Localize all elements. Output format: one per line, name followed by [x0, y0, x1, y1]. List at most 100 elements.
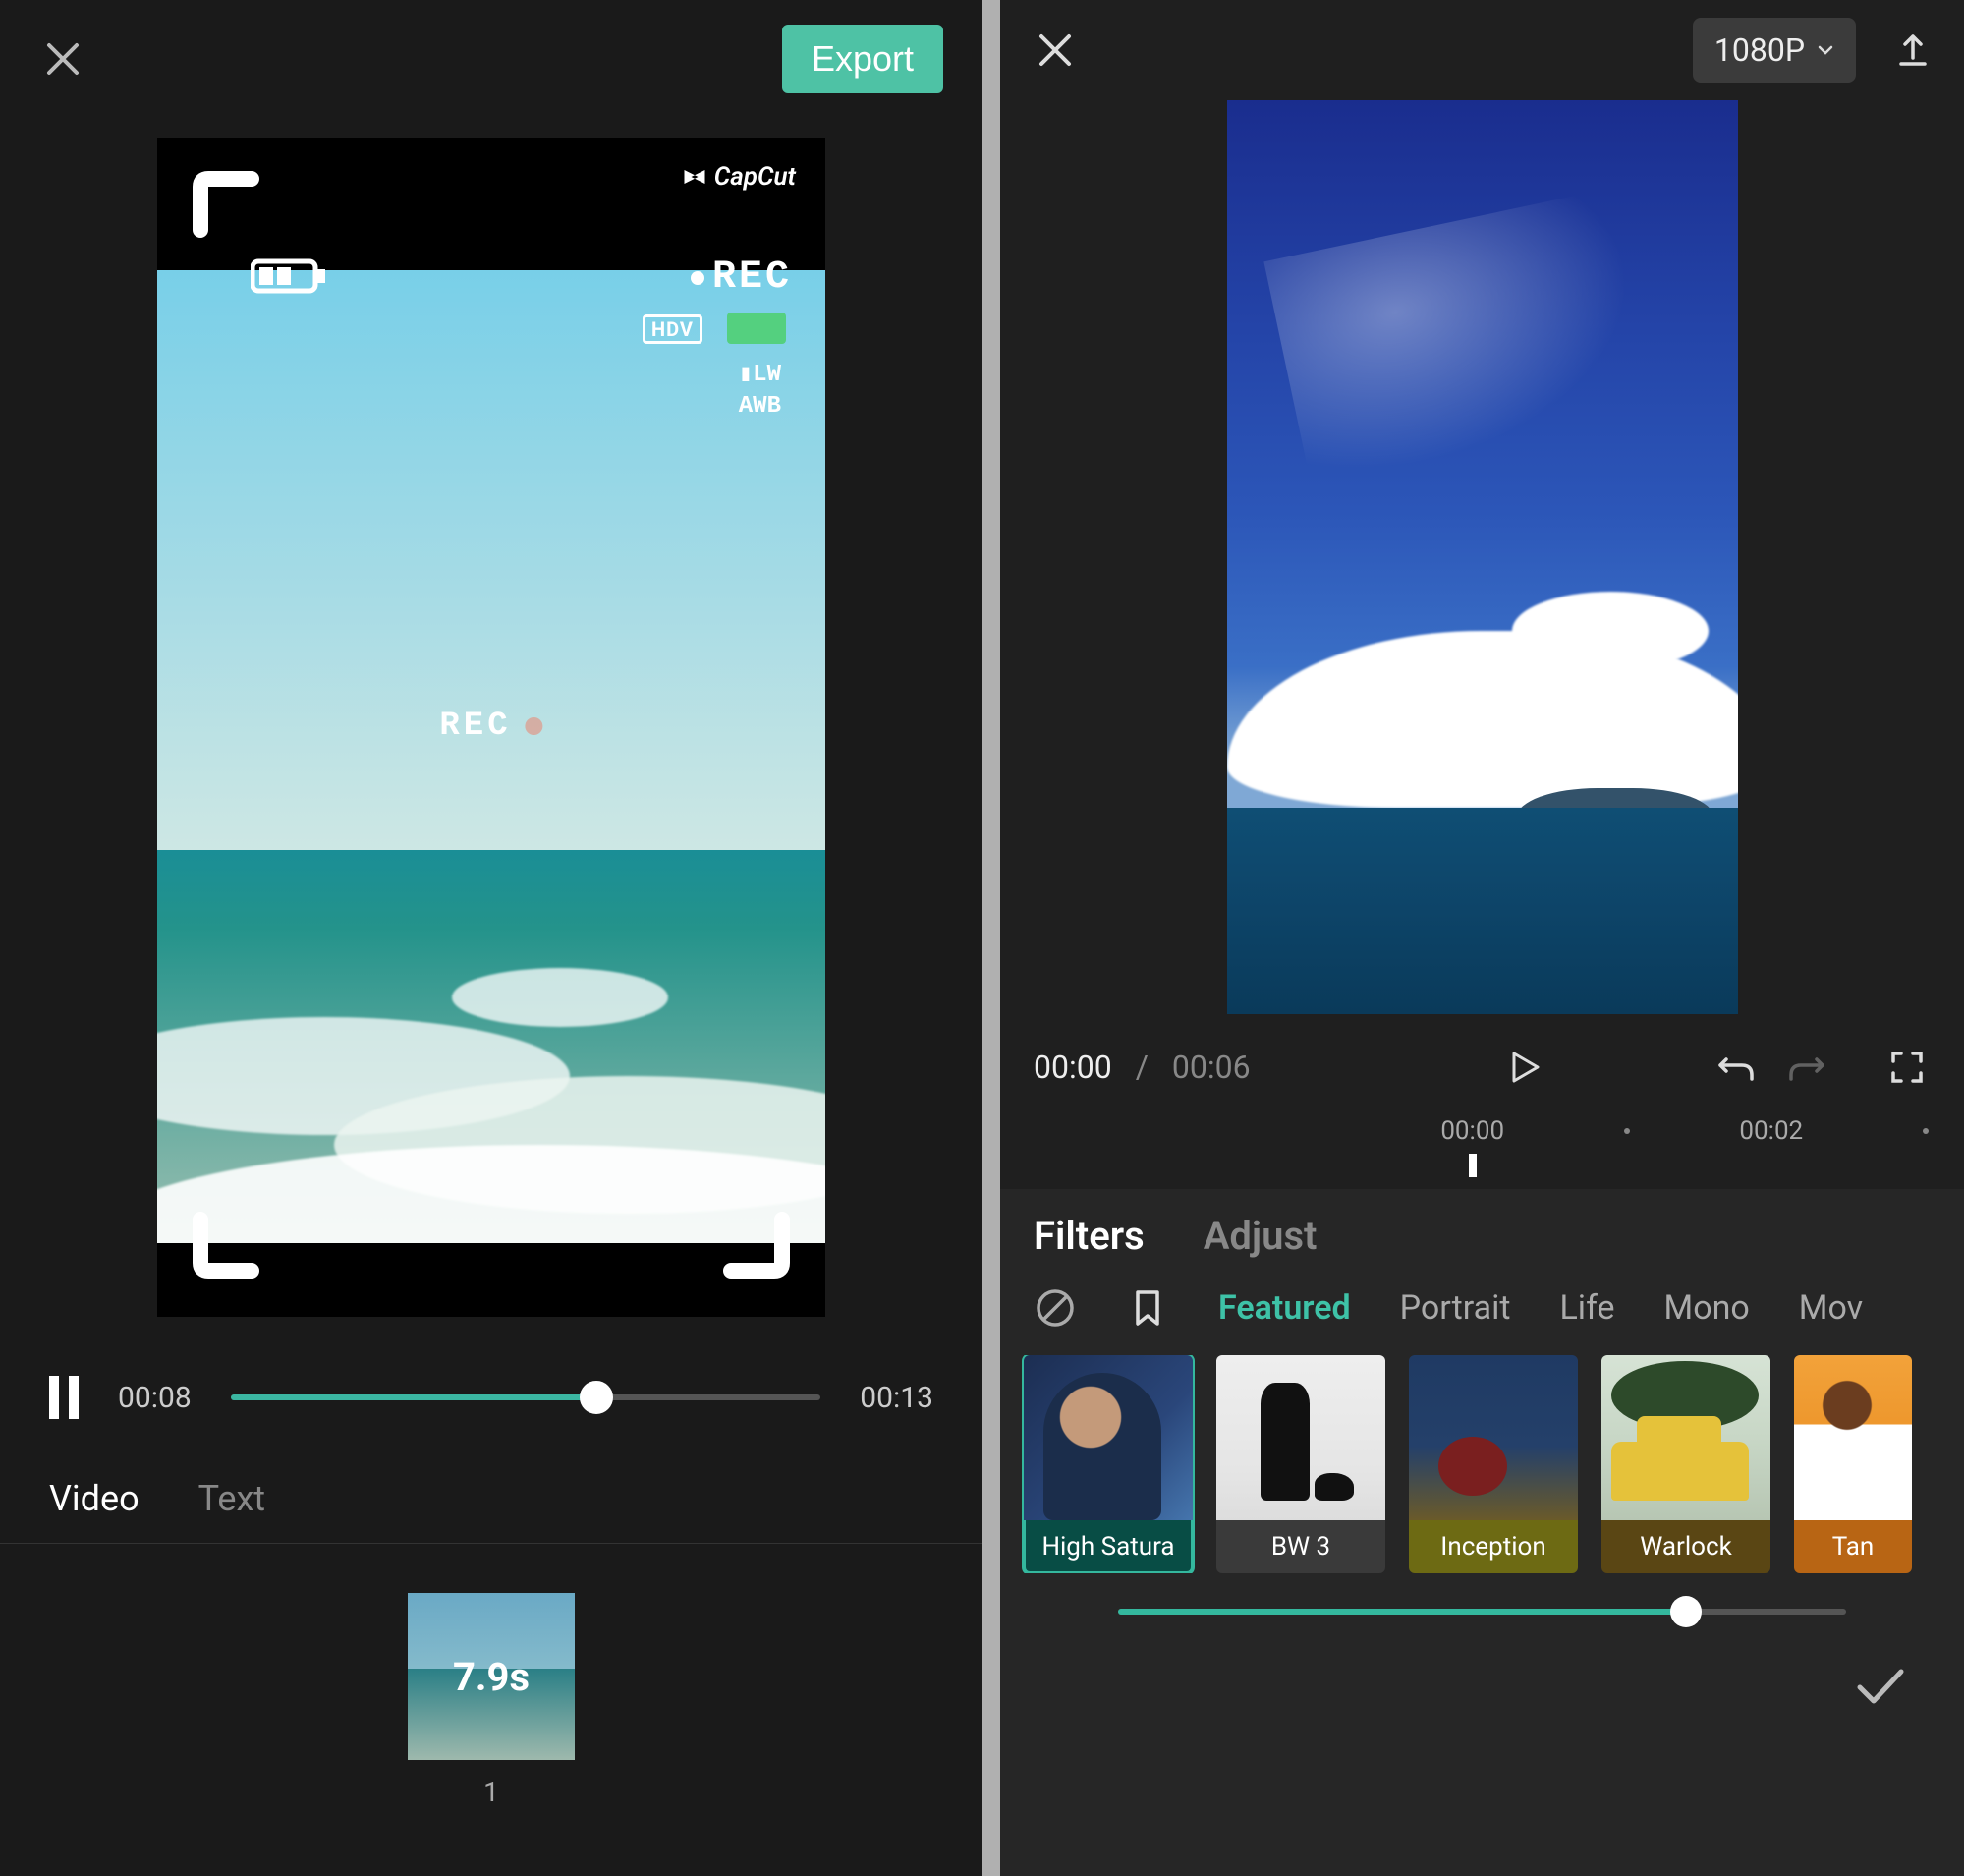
clip-thumbnail-1[interactable]: 7.9s: [408, 1593, 575, 1760]
tab-video[interactable]: Video: [49, 1478, 140, 1519]
filter-label: Tan: [1794, 1520, 1912, 1573]
viewfinder-corner-bl: [187, 1194, 275, 1282]
timeline-dot: [1923, 1128, 1929, 1134]
timeline-dot: [1624, 1128, 1630, 1134]
tab-text[interactable]: Text: [198, 1478, 265, 1519]
intensity-thumb[interactable]: [1670, 1596, 1702, 1627]
left-playback-controls: 00:08 00:13: [0, 1346, 982, 1449]
redo-button: [1783, 1044, 1830, 1091]
rec-center-text: REC: [439, 708, 511, 745]
clip-duration: 7.9s: [453, 1654, 530, 1700]
preview-sea: [157, 850, 825, 1243]
filter-label: BW 3: [1216, 1520, 1385, 1573]
scrub-slider[interactable]: [231, 1394, 821, 1400]
tape-icon: [727, 313, 786, 344]
panel-divider: [982, 0, 1000, 1876]
bookmark-icon: [1126, 1286, 1169, 1330]
viewfinder-corner-tr: [707, 167, 796, 256]
upload-icon: [1893, 30, 1933, 70]
left-editor-panel: Export CapCut REC HDV ▮LW AWB REC: [0, 0, 982, 1876]
category-mono[interactable]: Mono: [1664, 1288, 1750, 1328]
close-icon: [1036, 30, 1075, 70]
resolution-dropdown[interactable]: 1080P: [1693, 18, 1856, 83]
redo-icon: [1785, 1046, 1828, 1089]
category-mov[interactable]: Mov: [1799, 1288, 1863, 1328]
total-time-right: 00:06: [1172, 1049, 1251, 1086]
lw-label: ▮LW: [739, 359, 781, 388]
play-button[interactable]: [1500, 1044, 1547, 1091]
clip-strip: 7.9s 1: [0, 1593, 982, 1808]
scrub-thumb[interactable]: [580, 1381, 613, 1414]
category-featured[interactable]: Featured: [1218, 1288, 1351, 1328]
category-life[interactable]: Life: [1560, 1288, 1615, 1328]
total-time-left: 00:13: [860, 1381, 933, 1415]
hdv-badge: HDV: [643, 314, 702, 344]
right-header: 1080P: [1000, 0, 1964, 83]
filter-panel: Filters Adjust Featured Portrait Life Mo…: [1000, 1189, 1964, 1876]
right-editor-panel: 1080P 00:00 / 00:06 00:00: [1000, 0, 1964, 1876]
filter-label: Inception: [1409, 1520, 1578, 1573]
rec-center-label: REC: [439, 708, 542, 745]
undo-icon: [1714, 1046, 1758, 1089]
timeline-playhead[interactable]: [1469, 1154, 1477, 1177]
filter-label: High Satura: [1024, 1520, 1193, 1573]
close-icon: [43, 39, 83, 79]
viewfinder-corner-tl: [187, 167, 275, 256]
viewfinder-corner-br: [707, 1194, 796, 1282]
close-button-right[interactable]: [1032, 27, 1079, 74]
intensity-fill: [1118, 1609, 1686, 1615]
resolution-value: 1080P: [1714, 31, 1805, 69]
fullscreen-button[interactable]: [1883, 1044, 1931, 1091]
filter-bw3[interactable]: BW 3: [1216, 1355, 1385, 1573]
tab-adjust[interactable]: Adjust: [1204, 1213, 1318, 1259]
export-icon-button[interactable]: [1893, 30, 1933, 70]
timeline-tick-1: 00:02: [1739, 1116, 1803, 1146]
no-filter-button[interactable]: [1034, 1286, 1077, 1330]
right-playback-controls: 00:00 / 00:06: [1000, 1014, 1964, 1099]
undo-button[interactable]: [1712, 1044, 1760, 1091]
intensity-slider-row: [1000, 1573, 1964, 1630]
timeline-tick-0: 00:00: [1440, 1116, 1504, 1146]
clip-index: 1: [483, 1776, 499, 1808]
pause-button[interactable]: [49, 1376, 79, 1419]
check-icon: [1848, 1654, 1911, 1717]
chevron-down-icon: [1817, 41, 1834, 59]
fullscreen-icon: [1887, 1048, 1927, 1087]
panel-tabs: Filters Adjust: [1000, 1213, 1964, 1286]
battery-icon: [251, 256, 329, 301]
current-time-right: 00:00: [1034, 1049, 1112, 1086]
pause-icon: [49, 1376, 59, 1419]
filter-tan[interactable]: Tan: [1794, 1355, 1912, 1573]
left-header: Export: [0, 0, 982, 118]
play-icon: [1504, 1048, 1543, 1087]
filter-categories: Featured Portrait Life Mono Mov: [1000, 1286, 1964, 1355]
left-tabs: Video Text: [0, 1449, 982, 1544]
current-time-left: 00:08: [118, 1381, 192, 1415]
filter-thumbnails: High Satura BW 3 Inception Warlock Tan: [1000, 1355, 1964, 1573]
close-button[interactable]: [39, 35, 86, 83]
video-preview-right[interactable]: [1227, 100, 1738, 1014]
video-preview-left[interactable]: CapCut REC HDV ▮LW AWB REC: [157, 138, 825, 1317]
intensity-slider[interactable]: [1118, 1609, 1846, 1615]
preview-sky: [157, 270, 825, 850]
prohibit-icon: [1034, 1286, 1077, 1330]
rec-text: REC: [712, 256, 792, 300]
awb-label: AWB: [739, 393, 781, 420]
confirm-button[interactable]: [1848, 1654, 1911, 1717]
filter-high-saturation[interactable]: High Satura: [1024, 1355, 1193, 1573]
capcut-icon: [681, 163, 708, 191]
favorites-button[interactable]: [1126, 1286, 1169, 1330]
rec-indicator: REC: [691, 256, 792, 300]
rec-dot-icon: [691, 271, 704, 285]
filter-warlock[interactable]: Warlock: [1601, 1355, 1770, 1573]
filter-label: Warlock: [1601, 1520, 1770, 1573]
filter-inception[interactable]: Inception: [1409, 1355, 1578, 1573]
time-separator: /: [1136, 1049, 1149, 1086]
rec-center-dot-icon: [526, 717, 543, 735]
confirm-row: [1000, 1630, 1964, 1740]
timeline[interactable]: 00:00 00:02: [1000, 1110, 1964, 1189]
export-button[interactable]: Export: [782, 25, 943, 93]
scrub-fill: [231, 1394, 596, 1400]
category-portrait[interactable]: Portrait: [1400, 1288, 1511, 1328]
tab-filters[interactable]: Filters: [1034, 1213, 1145, 1259]
